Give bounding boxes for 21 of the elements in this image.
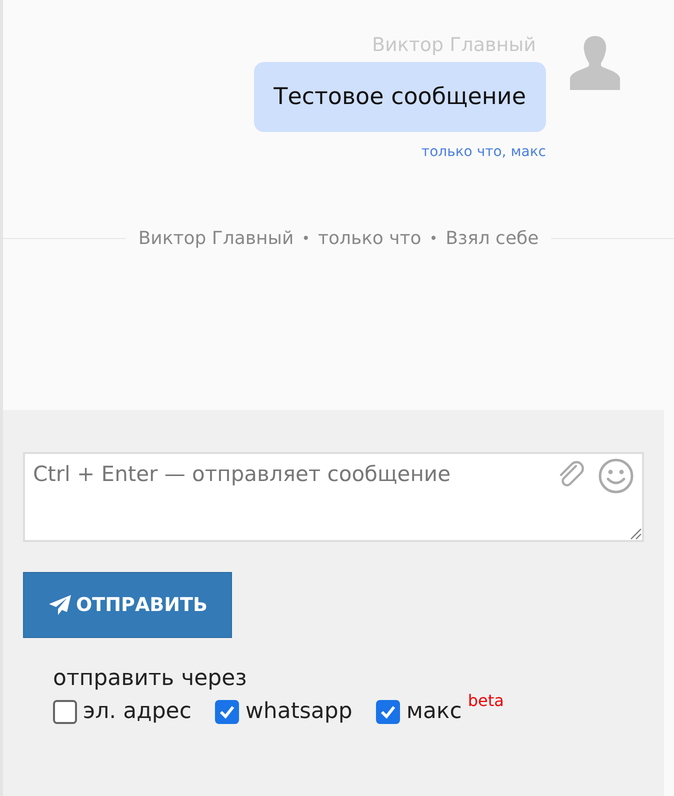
event-text: Взял себе [446,228,539,249]
checkbox[interactable] [376,700,400,724]
smiley-icon[interactable] [598,458,634,494]
send-button[interactable]: ОТПРАВИТЬ [23,572,232,638]
resize-grip-icon[interactable] [630,528,642,540]
checkbox-label: whatsapp [245,699,352,724]
event-text: Виктор Главный [138,228,294,249]
beta-label: beta [468,691,504,710]
event-text: только что [318,228,422,249]
separator-dot: • [429,230,438,246]
avatar-icon [568,34,622,90]
checkbox-label: эл. адрес [83,699,192,724]
message-bubble: Тестовое сообщение [254,62,546,132]
paper-plane-icon [48,594,72,616]
checkbox-label: макс [406,699,462,724]
message-meta: только что, макс [421,144,546,160]
checkbox[interactable] [53,700,77,724]
checkbox[interactable] [215,700,240,724]
message-input[interactable]: Ctrl + Enter — отправляет сообщение [23,452,644,542]
send-via-label: отправить через [53,666,248,691]
separator-dot: • [302,230,310,246]
